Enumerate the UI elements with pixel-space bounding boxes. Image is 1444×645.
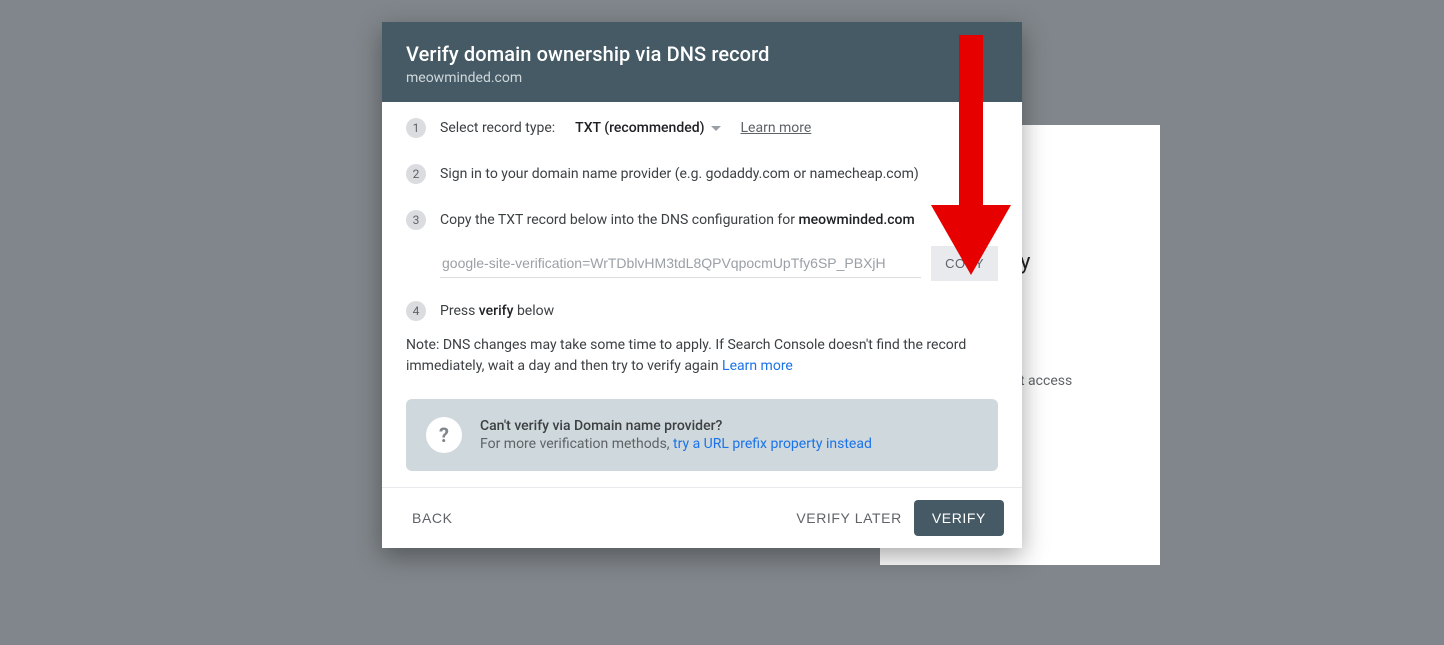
url-prefix-link[interactable]: try a URL prefix property instead <box>673 436 872 452</box>
step-number-badge: 3 <box>406 210 426 230</box>
dns-note: Note: DNS changes may take some time to … <box>406 331 998 399</box>
step4-prefix: Press <box>440 303 479 319</box>
note-text: Note: DNS changes may take some time to … <box>406 337 966 374</box>
question-icon: ? <box>426 417 462 453</box>
cant-verify-sub: For more verification methods, try a URL… <box>480 436 872 452</box>
step4-text: Press verify below <box>440 303 554 319</box>
cant-verify-prefix: For more verification methods, <box>480 436 673 452</box>
step-1: 1 Select record type: TXT (recommended) … <box>406 108 998 148</box>
step3-domain: meowminded.com <box>798 212 914 228</box>
modal-subtitle: meowminded.com <box>406 70 998 86</box>
bg-text-2: t access <box>1020 373 1072 389</box>
back-button[interactable]: BACK <box>400 500 465 536</box>
txt-record-row: COPY <box>406 240 998 287</box>
modal-header: Verify domain ownership via DNS record m… <box>382 22 1022 102</box>
verify-later-button[interactable]: VERIFY LATER <box>784 500 914 536</box>
cant-verify-box: ? Can't verify via Domain name provider?… <box>406 399 998 471</box>
cant-verify-title: Can't verify via Domain name provider? <box>480 418 872 434</box>
step-4: 4 Press verify below <box>406 287 998 331</box>
copy-button[interactable]: COPY <box>931 246 998 281</box>
chevron-down-icon <box>711 126 721 131</box>
step3-text: Copy the TXT record below into the DNS c… <box>440 212 915 228</box>
modal-footer: BACK VERIFY LATER VERIFY <box>382 487 1022 548</box>
step-3: 3 Copy the TXT record below into the DNS… <box>406 194 998 240</box>
step-number-badge: 1 <box>406 118 426 138</box>
step3-prefix: Copy the TXT record below into the DNS c… <box>440 212 798 228</box>
step-2: 2 Sign in to your domain name provider (… <box>406 148 998 194</box>
verify-button[interactable]: VERIFY <box>914 500 1004 536</box>
note-learn-more-link[interactable]: Learn more <box>722 358 793 374</box>
step1-label: Select record type: <box>440 120 555 136</box>
modal-title: Verify domain ownership via DNS record <box>406 42 998 66</box>
step-number-badge: 4 <box>406 301 426 321</box>
step2-text: Sign in to your domain name provider (e.… <box>440 166 919 182</box>
modal-body: 1 Select record type: TXT (recommended) … <box>382 102 1022 475</box>
record-type-value: TXT (recommended) <box>575 120 704 136</box>
verify-domain-modal: Verify domain ownership via DNS record m… <box>382 22 1022 548</box>
step4-bold: verify <box>479 303 514 319</box>
step-number-badge: 2 <box>406 164 426 184</box>
txt-record-input[interactable] <box>440 249 921 278</box>
record-type-select[interactable]: TXT (recommended) <box>571 118 724 138</box>
step4-suffix: below <box>513 303 554 319</box>
learn-more-link[interactable]: Learn more <box>741 120 812 136</box>
